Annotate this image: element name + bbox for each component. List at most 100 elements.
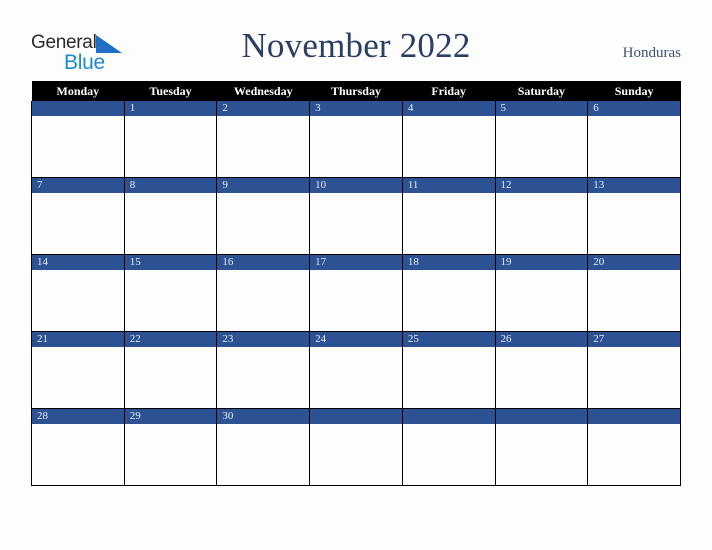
- day-cell-inner: 4: [402, 101, 495, 177]
- calendar-day-cell[interactable]: 21: [31, 331, 125, 409]
- day-notes-area[interactable]: [495, 116, 588, 177]
- calendar-day-cell[interactable]: 16: [216, 254, 311, 332]
- day-notes-area[interactable]: [402, 116, 495, 177]
- calendar-day-cell[interactable]: 25: [401, 331, 496, 409]
- calendar-day-cell[interactable]: 8: [123, 177, 218, 255]
- day-notes-area[interactable]: [32, 270, 124, 331]
- day-notes-area[interactable]: [495, 193, 588, 254]
- weekday-header-monday: Monday: [31, 81, 125, 101]
- day-notes-area[interactable]: [217, 347, 310, 408]
- calendar-day-cell[interactable]: 18: [401, 254, 496, 332]
- day-number: 29: [124, 409, 217, 424]
- day-notes-area[interactable]: [217, 424, 310, 485]
- calendar-day-cell[interactable]: 26: [494, 331, 589, 409]
- day-notes-area[interactable]: [310, 270, 402, 331]
- calendar-day-cell[interactable]: 23: [216, 331, 311, 409]
- calendar-day-cell[interactable]: 27: [587, 331, 681, 409]
- calendar-day-cell[interactable]: 29: [123, 408, 218, 486]
- day-number: 2: [217, 101, 310, 116]
- day-number: 10: [310, 178, 402, 193]
- day-number: 16: [217, 255, 310, 270]
- calendar-day-cell[interactable]: 13: [587, 177, 681, 255]
- day-number: 14: [32, 255, 124, 270]
- day-number: 26: [495, 332, 588, 347]
- calendar-day-cell[interactable]: 4: [401, 101, 496, 178]
- day-cell-inner: 21: [32, 332, 124, 408]
- day-cell-inner: 11: [402, 178, 495, 254]
- day-notes-area[interactable]: [310, 193, 402, 254]
- calendar-day-cell[interactable]: 14: [31, 254, 125, 332]
- day-notes-area[interactable]: [310, 347, 402, 408]
- calendar-body: 1 2 3 4 5 6 7 8 9 10 11 12 13 14 15 16 17 18 19 20 21 22 23 24 2…: [31, 101, 681, 486]
- calendar-day-cell[interactable]: 12: [494, 177, 589, 255]
- calendar-day-cell[interactable]: 17: [309, 254, 403, 332]
- day-cell-inner: 29: [124, 409, 217, 485]
- day-notes-area[interactable]: [402, 193, 495, 254]
- day-number: 4: [402, 101, 495, 116]
- day-notes-area[interactable]: [32, 193, 124, 254]
- calendar-day-cell[interactable]: 22: [123, 331, 218, 409]
- calendar-day-cell[interactable]: 11: [401, 177, 496, 255]
- day-notes-area[interactable]: [32, 424, 124, 485]
- calendar-empty-cell[interactable]: [31, 101, 125, 178]
- day-notes-area[interactable]: [588, 347, 680, 408]
- calendar-day-cell[interactable]: 28: [31, 408, 125, 486]
- day-notes-area[interactable]: [495, 424, 588, 485]
- day-notes-area[interactable]: [495, 270, 588, 331]
- day-notes-area[interactable]: [124, 116, 217, 177]
- calendar-day-cell[interactable]: 9: [216, 177, 311, 255]
- day-number: [588, 409, 680, 424]
- day-notes-area[interactable]: [217, 116, 310, 177]
- day-notes-area[interactable]: [217, 193, 310, 254]
- day-notes-area[interactable]: [124, 347, 217, 408]
- calendar-week-row: 28 29 30: [31, 408, 681, 486]
- calendar-day-cell[interactable]: 19: [494, 254, 589, 332]
- day-number: 3: [310, 101, 402, 116]
- day-notes-area[interactable]: [124, 193, 217, 254]
- day-notes-area[interactable]: [402, 424, 495, 485]
- day-notes-area[interactable]: [32, 116, 124, 177]
- day-notes-area[interactable]: [32, 347, 124, 408]
- calendar-day-cell[interactable]: 1: [123, 101, 218, 178]
- calendar-day-cell[interactable]: 30: [216, 408, 311, 486]
- day-notes-area[interactable]: [588, 270, 680, 331]
- day-number: 7: [32, 178, 124, 193]
- day-notes-area[interactable]: [124, 270, 217, 331]
- calendar-empty-cell[interactable]: [401, 408, 496, 486]
- day-cell-inner: 26: [495, 332, 588, 408]
- day-number: 22: [124, 332, 217, 347]
- day-notes-area[interactable]: [495, 347, 588, 408]
- calendar-day-cell[interactable]: 24: [309, 331, 403, 409]
- calendar-day-cell[interactable]: 6: [587, 101, 681, 178]
- calendar-day-cell[interactable]: 3: [309, 101, 403, 178]
- day-notes-area[interactable]: [310, 116, 402, 177]
- day-notes-area[interactable]: [124, 424, 217, 485]
- day-notes-area[interactable]: [310, 424, 402, 485]
- day-number: 20: [588, 255, 680, 270]
- day-cell-inner: 5: [495, 101, 588, 177]
- day-notes-area[interactable]: [402, 270, 495, 331]
- calendar-day-cell[interactable]: 2: [216, 101, 311, 178]
- day-cell-inner: 27: [588, 332, 680, 408]
- day-notes-area[interactable]: [588, 193, 680, 254]
- day-notes-area[interactable]: [588, 116, 680, 177]
- day-number: 17: [310, 255, 402, 270]
- calendar-day-cell[interactable]: 7: [31, 177, 125, 255]
- day-notes-area[interactable]: [588, 424, 680, 485]
- calendar-day-cell[interactable]: 15: [123, 254, 218, 332]
- weekday-header-sunday: Sunday: [587, 81, 681, 101]
- calendar-day-cell[interactable]: 5: [494, 101, 589, 178]
- day-number: 13: [588, 178, 680, 193]
- day-notes-area[interactable]: [402, 347, 495, 408]
- calendar-day-cell[interactable]: 10: [309, 177, 403, 255]
- day-cell-inner: 13: [588, 178, 680, 254]
- day-cell-inner: 2: [217, 101, 310, 177]
- calendar-empty-cell[interactable]: [309, 408, 403, 486]
- calendar-empty-cell[interactable]: [587, 408, 681, 486]
- day-cell-inner: [588, 409, 680, 485]
- calendar-day-cell[interactable]: 20: [587, 254, 681, 332]
- calendar-week-row: 7 8 9 10 11 12 13: [31, 177, 681, 255]
- calendar-week-row: 123456: [31, 101, 681, 178]
- day-notes-area[interactable]: [217, 270, 310, 331]
- calendar-empty-cell[interactable]: [494, 408, 589, 486]
